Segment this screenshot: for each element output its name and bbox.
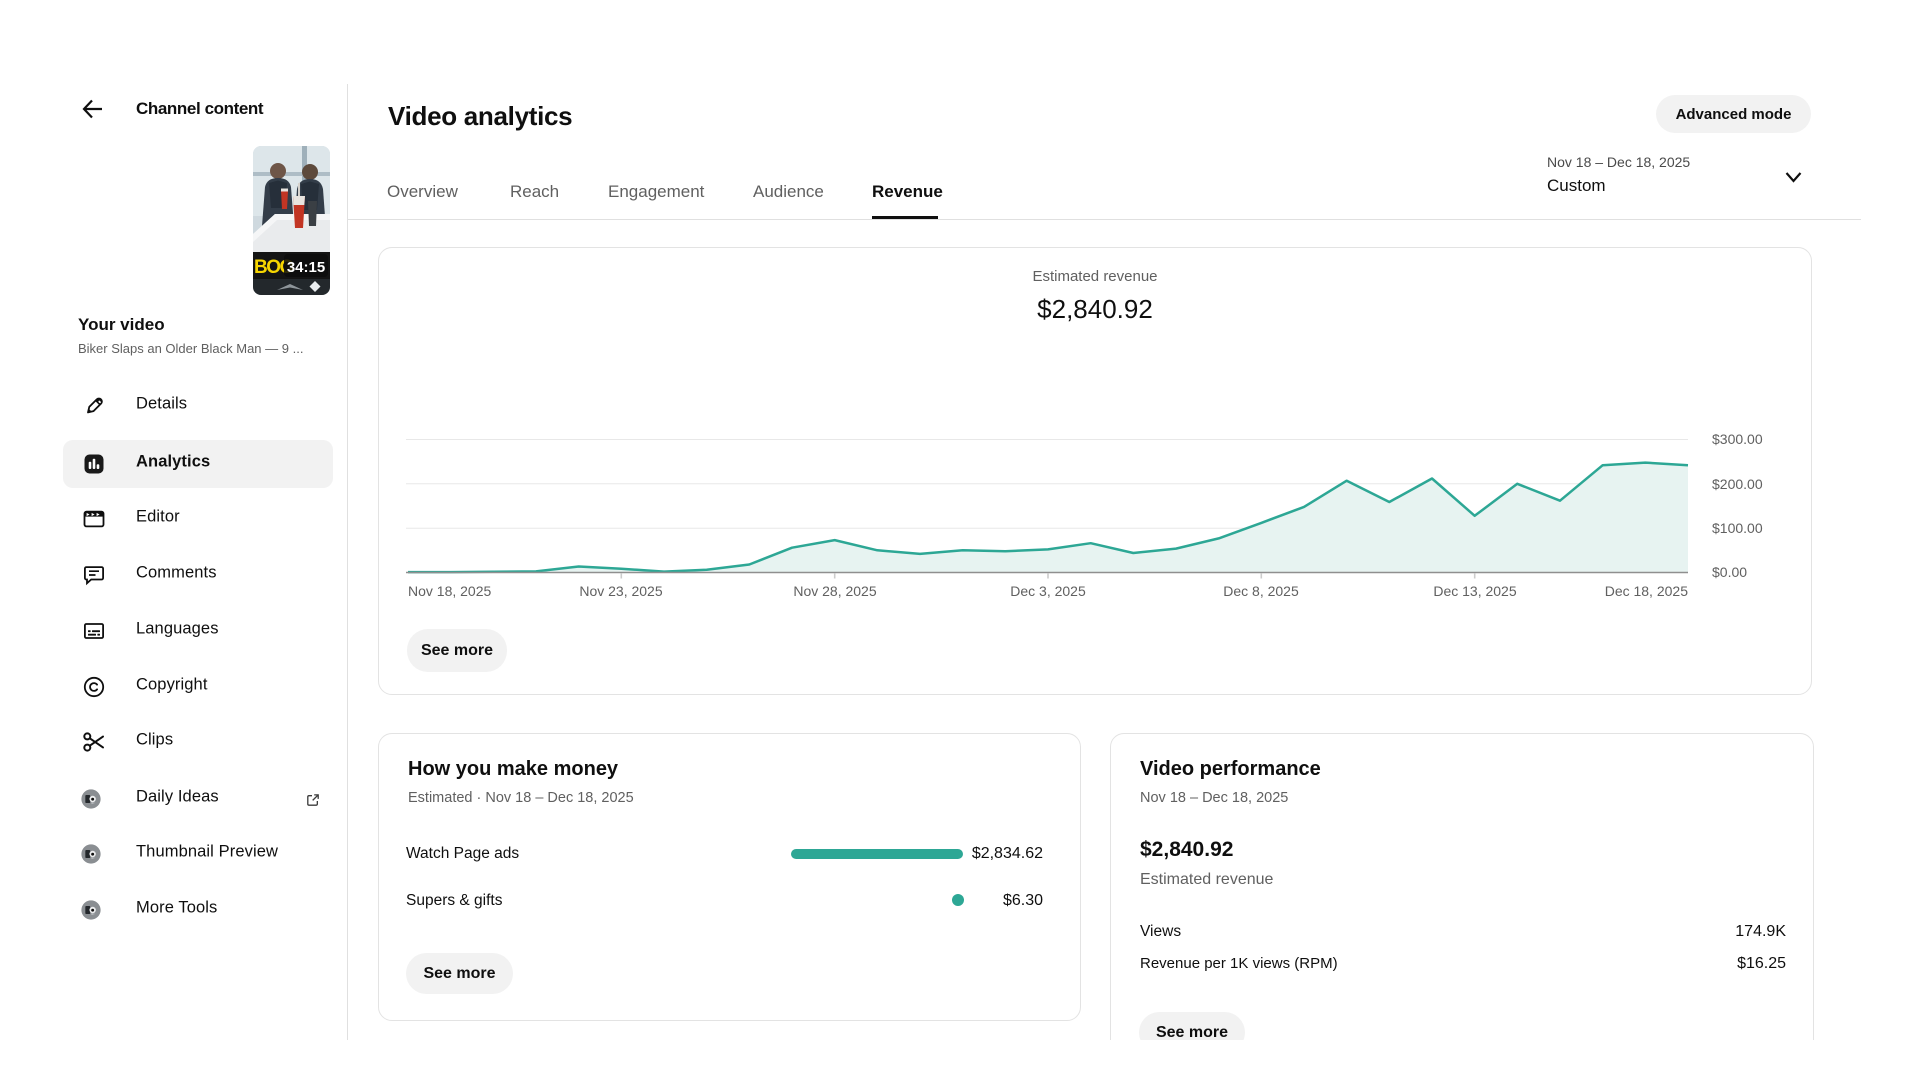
svg-text:34:15: 34:15 [287, 259, 325, 276]
